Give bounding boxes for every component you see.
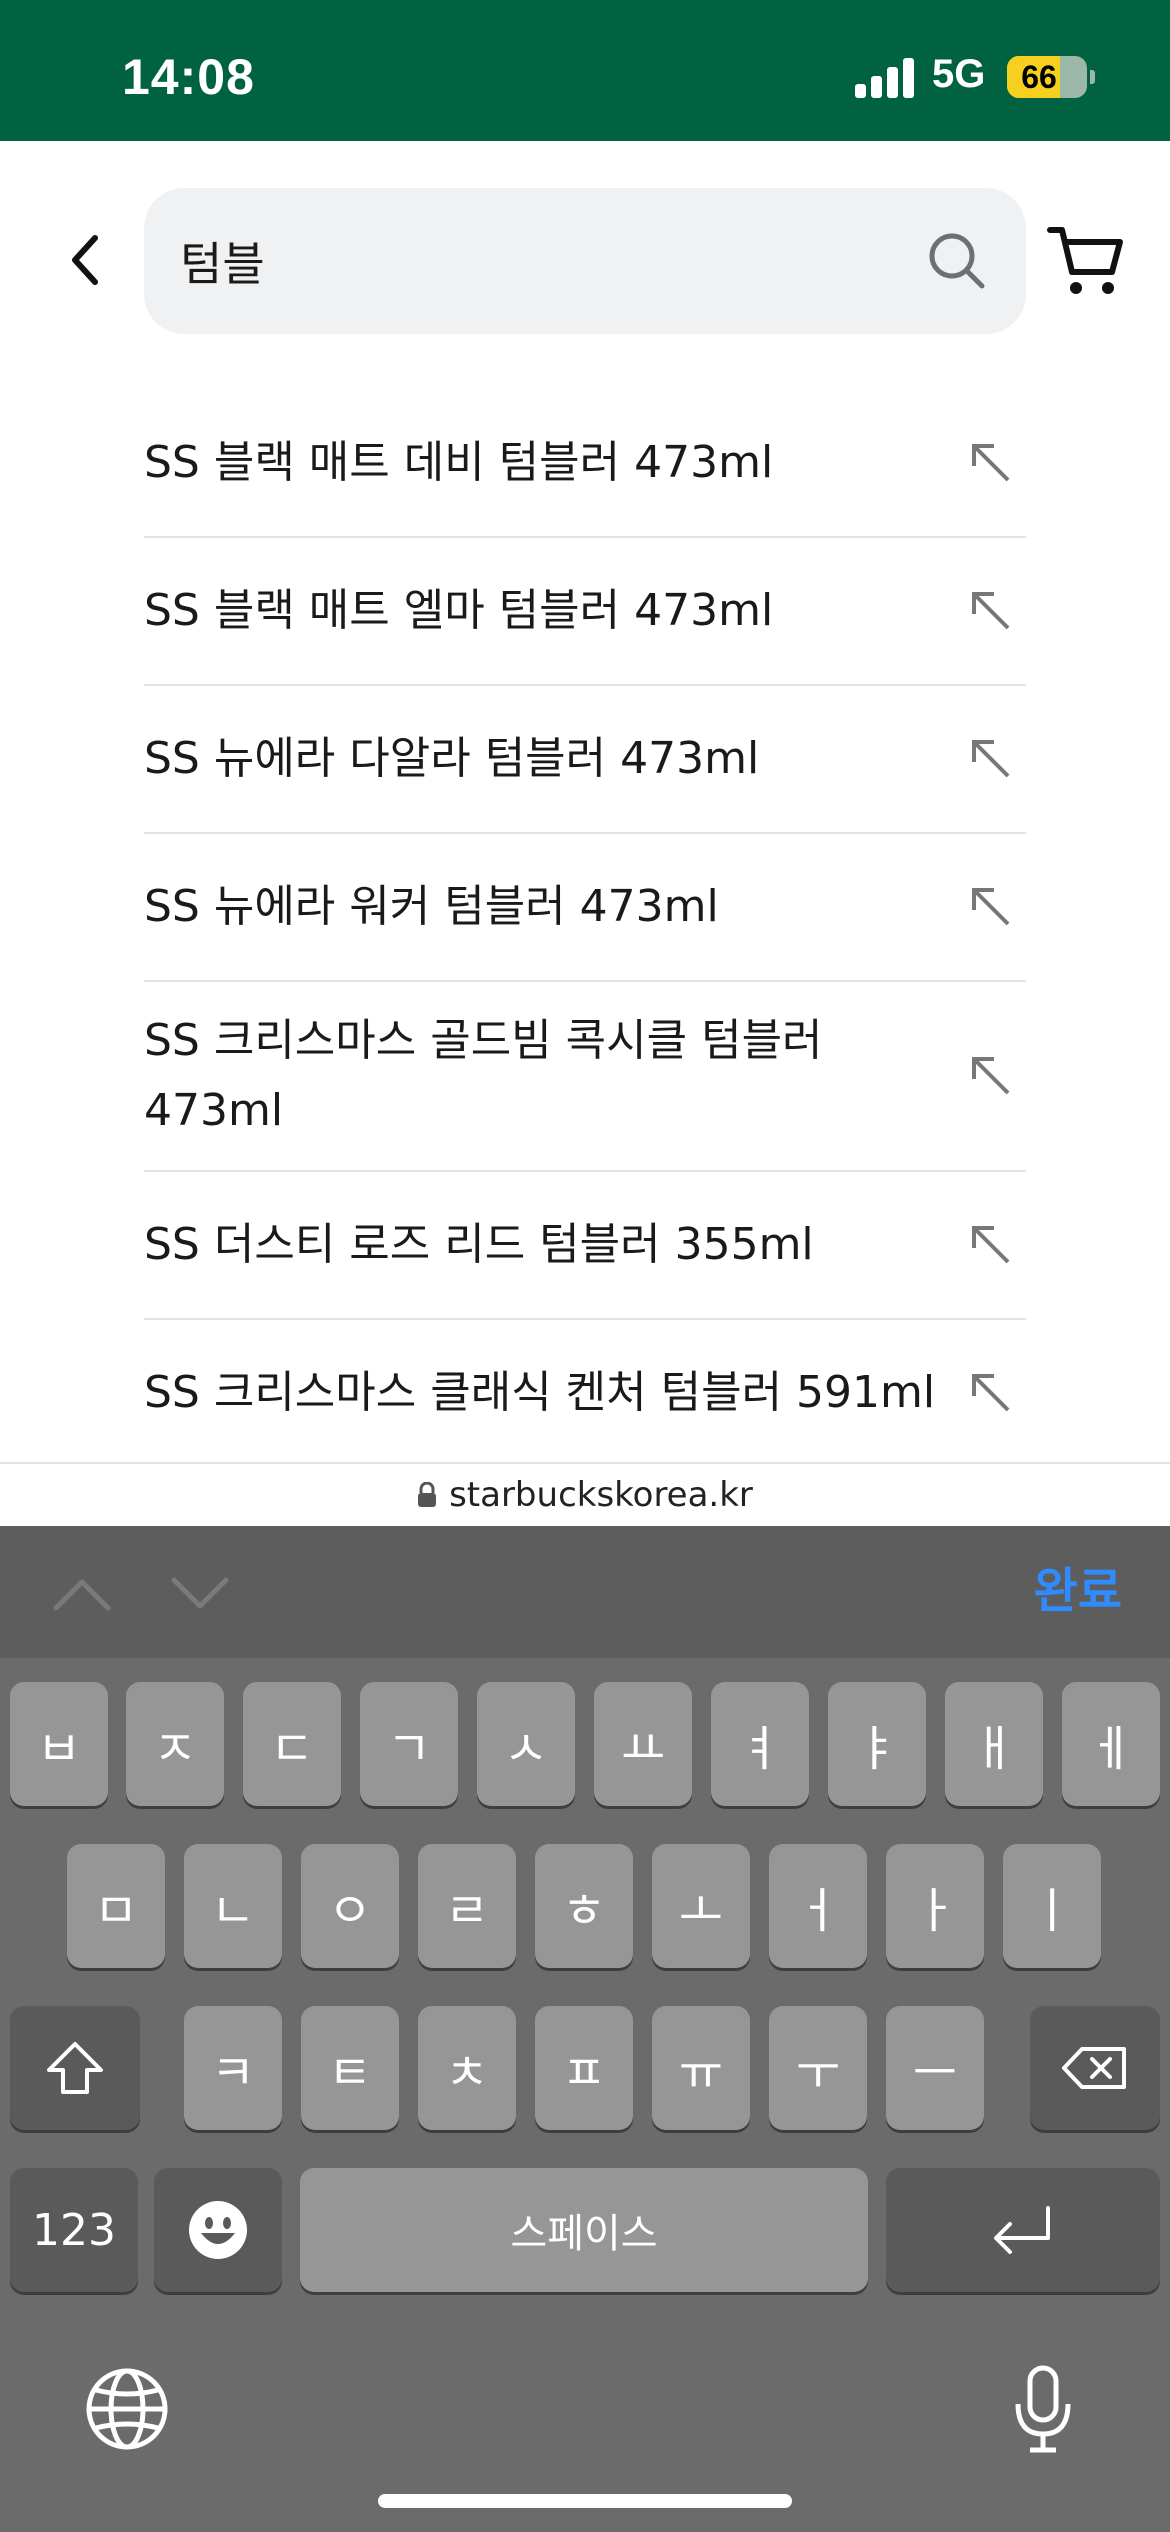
lock-icon [418,1482,437,1507]
suggestion-item[interactable]: SS 블랙 매트 데비 텀블러 473ml [144,390,1026,538]
return-key[interactable] [886,2168,1160,2292]
chevron-up-icon[interactable] [52,1568,112,1618]
key[interactable]: ㅐ [945,1682,1043,1806]
key[interactable]: ㅊ [418,2006,516,2130]
key[interactable]: ㅑ [828,1682,926,1806]
key[interactable]: ㅕ [711,1682,809,1806]
suggestion-item[interactable]: SS 크리스마스 클래식 켄처 텀블러 591ml [144,1320,1026,1466]
suggestion-item[interactable]: SS 블랙 매트 엘마 텀블러 473ml [144,538,1026,686]
backspace-icon [1062,2047,1126,2089]
search-box[interactable] [144,188,1026,334]
suggestion-list: SS 블랙 매트 데비 텀블러 473ml SS 블랙 매트 엘마 텀블러 47… [144,390,1026,1466]
key[interactable]: ㅔ [1062,1682,1160,1806]
battery-icon: 66 [1007,56,1087,98]
key[interactable]: ㅣ [1003,1844,1101,1968]
search-input[interactable] [180,188,880,334]
key[interactable]: ㅋ [184,2006,282,2130]
key[interactable]: ㅇ [301,1844,399,1968]
status-time: 14:08 [122,49,255,105]
chevron-left-icon [72,235,98,285]
fill-arrow-icon[interactable] [968,440,1014,486]
suggestion-item[interactable]: SS 더스티 로즈 리드 텀블러 355ml [144,1172,1026,1320]
emoji-key[interactable] [154,2168,282,2292]
delete-key[interactable] [1030,2006,1160,2130]
status-bar: 14:08 5G 66 [0,0,1170,141]
suggestion-item[interactable]: SS 뉴에라 다알라 텀블러 473ml [144,686,1026,834]
return-icon [994,2206,1050,2254]
key[interactable]: ㅎ [535,1844,633,1968]
key[interactable]: ㅗ [652,1844,750,1968]
suggestion-label: SS 뉴에라 워커 텀블러 473ml [144,881,719,932]
key[interactable]: ㅜ [769,2006,867,2130]
keyboard-accessory-bar: 완료 [0,1526,1170,1658]
url-bar[interactable]: starbuckskorea.kr [0,1462,1170,1526]
suggestion-label: SS 더스티 로즈 리드 텀블러 355ml [144,1219,814,1270]
battery-nub [1090,70,1095,84]
key[interactable]: ㅏ [886,1844,984,1968]
key[interactable]: ㄴ [184,1844,282,1968]
suggestion-label: SS 블랙 매트 엘마 텀블러 473ml [144,585,774,636]
search-icon[interactable] [924,228,990,294]
fill-arrow-icon[interactable] [968,588,1014,634]
suggestion-label: SS 크리스마스 골드빔 콕시클 텀블러 473ml [144,1015,823,1136]
url-domain: starbuckskorea.kr [449,1475,753,1515]
fill-arrow-icon[interactable] [968,1053,1014,1099]
suggestion-label: SS 뉴에라 다알라 텀블러 473ml [144,733,760,784]
globe-icon[interactable] [82,2364,172,2454]
key[interactable]: ㅠ [652,2006,750,2130]
microphone-icon[interactable] [998,2364,1088,2454]
back-button[interactable] [50,220,120,300]
key[interactable]: ㅁ [67,1844,165,1968]
network-type: 5G [932,52,986,96]
key[interactable]: ㅅ [477,1682,575,1806]
battery-percent: 66 [1021,59,1057,95]
space-key[interactable]: 스페이스 [300,2168,868,2292]
fill-arrow-icon[interactable] [968,1222,1014,1268]
key[interactable]: ㅓ [769,1844,867,1968]
chevron-down-icon[interactable] [170,1568,230,1618]
home-indicator [378,2494,792,2508]
key[interactable]: ㄹ [418,1844,516,1968]
shift-icon [47,2042,103,2094]
fill-arrow-icon[interactable] [968,884,1014,930]
suggestion-item[interactable]: SS 뉴에라 워커 텀블러 473ml [144,834,1026,982]
suggestion-label: SS 크리스마스 클래식 켄처 텀블러 591ml [144,1367,936,1418]
emoji-icon [189,2201,247,2259]
suggestion-item[interactable]: SS 크리스마스 골드빔 콕시클 텀블러 473ml [144,982,1026,1172]
fill-arrow-icon[interactable] [968,1370,1014,1416]
done-button[interactable]: 완료 [1034,1556,1122,1626]
key[interactable]: ㄱ [360,1682,458,1806]
key[interactable]: ㅈ [126,1682,224,1806]
cart-button[interactable] [1046,220,1126,300]
suggestion-label: SS 블랙 매트 데비 텀블러 473ml [144,437,774,488]
key[interactable]: ㅡ [886,2006,984,2130]
key[interactable]: ㅌ [301,2006,399,2130]
key[interactable]: ㅛ [594,1682,692,1806]
key[interactable]: ㅍ [535,2006,633,2130]
signal-icon [855,58,915,98]
key[interactable]: ㅂ [10,1682,108,1806]
fill-arrow-icon[interactable] [968,736,1014,782]
numbers-key[interactable]: 123 [10,2168,138,2292]
keyboard: 완료 ㅂ ㅈ ㄷ ㄱ ㅅ ㅛ ㅕ ㅑ ㅐ ㅔ ㅁ ㄴ ㅇ ㄹ ㅎ ㅗ ㅓ ㅏ ㅣ… [0,1526,1170,2532]
shift-key[interactable] [10,2006,140,2130]
cart-icon [1047,227,1123,294]
key[interactable]: ㄷ [243,1682,341,1806]
